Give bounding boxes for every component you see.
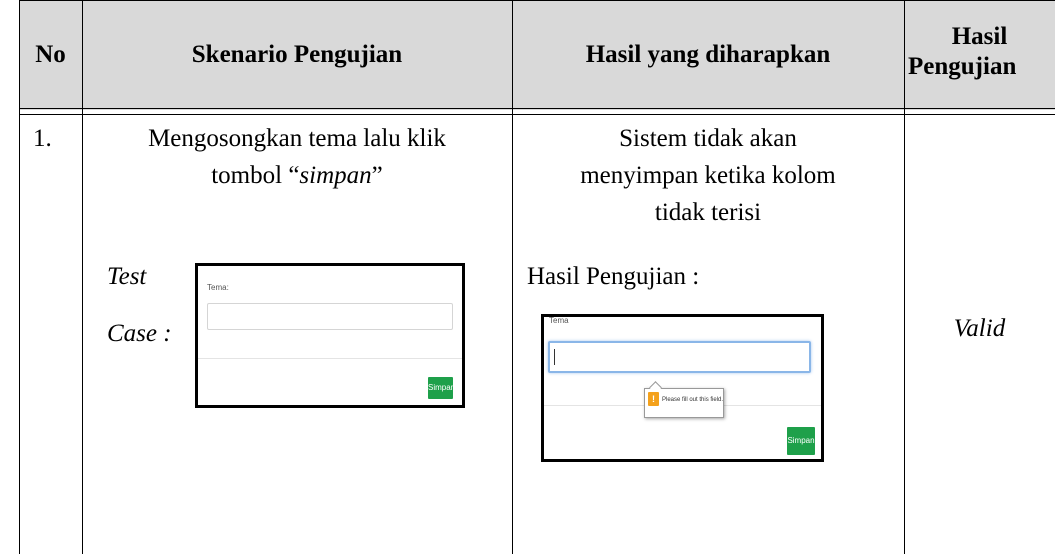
table-border — [82, 0, 83, 554]
test-label-line-2: Case : — [107, 320, 172, 347]
result-value: Valid — [953, 315, 1006, 342]
header-hasil-pengujian: Hasil Pengujian — [904, 22, 1055, 82]
warning-icon: ! — [648, 392, 659, 406]
simpan-button[interactable]: Simpan — [428, 377, 455, 399]
header-hasil-pengujian-line1: Hasil — [951, 23, 1008, 50]
header-hasil-pengujian-line2: Pengujian — [908, 53, 1017, 80]
header-skenario-pengujian: Skenario Pengujian — [191, 41, 403, 68]
test-scenario-table: No Skenario Pengujian Hasil yang diharap… — [0, 0, 1055, 554]
simpan-button[interactable]: Simpan — [787, 427, 815, 455]
expected-line-3: tidak terisi — [654, 199, 762, 226]
table-border — [19, 108, 1055, 109]
tema-input-focused[interactable] — [548, 341, 811, 373]
validation-tooltip: ! Please fill out this field. — [644, 388, 724, 418]
tema-input[interactable] — [207, 303, 453, 330]
expected-line-1: Sistem tidak akan — [619, 125, 797, 152]
scenario-line-2-italic: simpan — [299, 162, 372, 189]
header-no: No — [35, 41, 66, 68]
row-number: 1. — [33, 125, 52, 152]
scenario-line-2: tombol “simpan” — [82, 157, 512, 194]
tema-label: Tema — [549, 316, 569, 325]
header-hasil-yang-diharapkan: Hasil yang diharapkan — [585, 41, 831, 68]
table-border — [19, 0, 1055, 1]
text-caret — [554, 349, 555, 365]
table-border — [904, 0, 905, 554]
result-screenshot: Tema ! Please fill out this field. Simpa… — [541, 314, 824, 462]
table-border — [19, 0, 20, 554]
expected-line-2: menyimpan ketika kolom — [580, 162, 836, 189]
tema-label: Tema: — [207, 283, 229, 292]
table-border — [512, 0, 513, 554]
scenario-line-2-suffix: ” — [371, 162, 383, 189]
hasil-pengujian-label: Hasil Pengujian : — [527, 263, 700, 290]
scenario-line-2-prefix: tombol “ — [211, 162, 300, 189]
table-border — [19, 114, 1055, 115]
test-case-screenshot: Tema: Simpan — [195, 263, 465, 408]
test-label-line-1: Test — [107, 263, 147, 290]
validation-message: Please fill out this field. — [662, 397, 724, 403]
form-divider — [198, 358, 462, 359]
scenario-line-1: Mengosongkan tema lalu klik — [148, 125, 446, 152]
